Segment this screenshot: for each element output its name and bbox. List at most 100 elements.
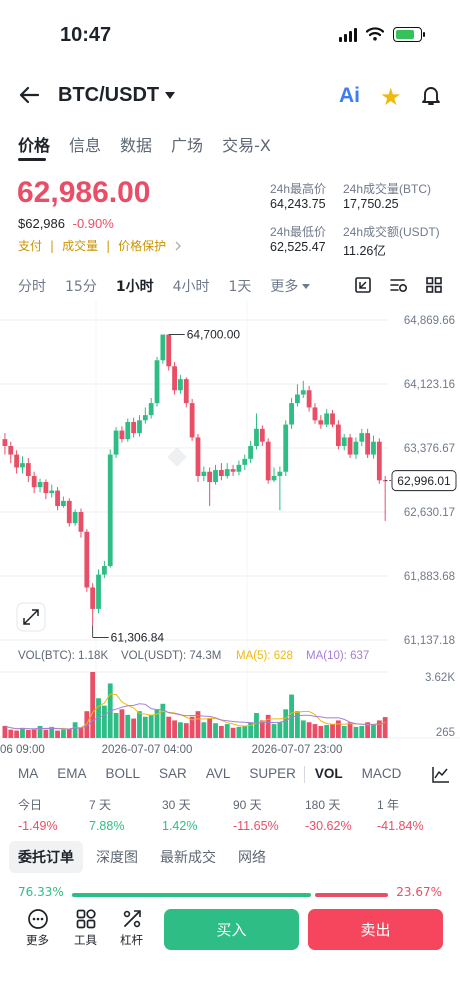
candle-body bbox=[166, 334, 172, 367]
status-icons bbox=[339, 26, 425, 42]
pair-name: BTC/USDT bbox=[58, 84, 160, 106]
volume-bar bbox=[37, 725, 43, 738]
nav-more-label: 更多 bbox=[26, 933, 49, 947]
tab-network[interactable]: 网络 bbox=[238, 847, 266, 867]
tab-latest-trades[interactable]: 最新成交 bbox=[160, 847, 216, 867]
candle-body bbox=[330, 413, 335, 425]
nav-tools[interactable]: 工具 bbox=[74, 908, 97, 948]
volume-bar bbox=[330, 724, 335, 738]
indicator-chart-icon[interactable] bbox=[432, 766, 450, 783]
interval-time[interactable]: 分时 bbox=[18, 276, 46, 296]
pair-selector[interactable]: BTC/USDT bbox=[58, 84, 176, 107]
candle-body bbox=[213, 470, 218, 483]
tab-square[interactable]: 广场 bbox=[171, 132, 203, 156]
indicator-vol[interactable]: VOL bbox=[315, 766, 343, 781]
stat-vol-btc: 24h成交量(BTC) 17,750.25 bbox=[343, 182, 432, 211]
nav-tools-label: 工具 bbox=[74, 933, 97, 947]
interval-15m[interactable]: 15分 bbox=[65, 276, 97, 296]
volume-bar bbox=[230, 727, 236, 738]
candle-body bbox=[295, 394, 300, 404]
nav-leverage[interactable]: 杠杆 bbox=[120, 908, 143, 948]
stat-vol-usdt: 24h成交额(USDT) 11.26亿 bbox=[343, 225, 440, 258]
candle-body bbox=[148, 403, 154, 416]
indicator-macd[interactable]: MACD bbox=[362, 766, 402, 781]
indicator-ema[interactable]: EMA bbox=[57, 766, 86, 781]
indicator-boll[interactable]: BOLL bbox=[106, 766, 141, 781]
candle-body bbox=[154, 360, 160, 404]
bell-icon[interactable] bbox=[420, 84, 442, 106]
volume-bar bbox=[119, 709, 125, 738]
candle-body bbox=[371, 441, 376, 455]
y-tick-label: 62,630.17 bbox=[404, 507, 455, 519]
usd-price-line: $62,986 -0.90% bbox=[18, 216, 114, 231]
interval-1d[interactable]: 1天 bbox=[229, 276, 252, 296]
volume-bar bbox=[347, 722, 353, 738]
candlestick-chart[interactable]: 64,869.66 64,123.16 63,376.67 62,630.17 61,8… bbox=[0, 300, 460, 760]
order-book-tabs: 委托订单 深度图 最新成交 网络 bbox=[9, 841, 266, 873]
candle-body bbox=[335, 424, 341, 446]
link-pay[interactable]: 支付 bbox=[18, 237, 42, 254]
tab-depth[interactable]: 深度图 bbox=[96, 847, 138, 867]
link-volume[interactable]: 成交量 bbox=[62, 237, 98, 254]
price-change-percent: -0.90% bbox=[72, 216, 114, 231]
grid-layout-icon[interactable] bbox=[425, 276, 443, 294]
perf-1y: 1 年 -41.84% bbox=[377, 798, 424, 833]
tab-data[interactable]: 数据 bbox=[120, 132, 152, 156]
volume-bar bbox=[242, 725, 248, 738]
chart-settings-icon[interactable] bbox=[389, 276, 409, 294]
volume-bar bbox=[14, 730, 20, 738]
last-price: 62,986.00 bbox=[17, 176, 151, 209]
cellular-signal-icon bbox=[339, 26, 357, 42]
candle-body bbox=[137, 420, 142, 434]
volume-bar bbox=[142, 716, 148, 738]
favorite-star-icon[interactable]: ★ bbox=[380, 83, 402, 111]
indicator-super[interactable]: SUPER bbox=[249, 766, 296, 781]
tab-order-book[interactable]: 委托订单 bbox=[9, 841, 83, 873]
ai-assistant-icon[interactable]: Ai bbox=[339, 84, 360, 108]
candle-body bbox=[324, 413, 330, 425]
tab-trade-x[interactable]: 交易-X bbox=[222, 132, 271, 156]
volume-bar bbox=[78, 727, 84, 738]
candle-body bbox=[66, 500, 72, 524]
indicator-tabs: MA EMA BOLL SAR AVL SUPER VOL MACD bbox=[18, 766, 401, 781]
chart-tool-icon[interactable] bbox=[354, 276, 372, 294]
volume-bar bbox=[160, 703, 166, 738]
high-marker-label: 64,700.00 bbox=[187, 328, 241, 342]
current-price-label: 62,996.01 bbox=[397, 474, 451, 488]
volume-bar bbox=[55, 730, 60, 738]
candle-body bbox=[347, 437, 353, 455]
link-separator: | bbox=[106, 238, 111, 253]
volume-bar bbox=[277, 722, 283, 738]
divider bbox=[304, 766, 305, 783]
back-arrow-icon[interactable] bbox=[18, 84, 40, 106]
candle-body bbox=[254, 428, 259, 446]
indicator-sar[interactable]: SAR bbox=[159, 766, 187, 781]
nav-leverage-label: 杠杆 bbox=[120, 933, 143, 947]
candle-body bbox=[236, 464, 242, 472]
interval-more-label: 更多 bbox=[270, 279, 299, 295]
y-tick-label: 64,123.16 bbox=[404, 379, 455, 391]
tab-price[interactable]: 价格 bbox=[18, 132, 50, 156]
volume-bar bbox=[178, 722, 183, 738]
nav-more[interactable]: 更多 bbox=[26, 908, 49, 948]
tab-info[interactable]: 信息 bbox=[69, 132, 101, 156]
ma5-line bbox=[4, 693, 386, 730]
candle-body bbox=[61, 500, 66, 507]
link-price-protection[interactable]: 价格保护 bbox=[118, 237, 166, 254]
buy-button[interactable]: 买入 bbox=[164, 909, 299, 950]
candle-body bbox=[84, 531, 90, 588]
interval-1h[interactable]: 1小时 bbox=[116, 276, 154, 296]
candle-body bbox=[78, 512, 84, 532]
volume-bar bbox=[265, 714, 271, 738]
interval-4h[interactable]: 4小时 bbox=[173, 276, 210, 296]
interval-more[interactable]: 更多 bbox=[270, 276, 311, 296]
candle-body bbox=[359, 433, 365, 442]
sell-button[interactable]: 卖出 bbox=[308, 909, 443, 950]
volume-bar bbox=[183, 723, 189, 738]
volume-bar bbox=[371, 725, 376, 738]
volume-bar bbox=[201, 722, 207, 738]
indicator-avl[interactable]: AVL bbox=[206, 766, 231, 781]
candle-body bbox=[265, 441, 271, 481]
candle-body bbox=[37, 482, 43, 488]
indicator-ma[interactable]: MA bbox=[18, 766, 38, 781]
